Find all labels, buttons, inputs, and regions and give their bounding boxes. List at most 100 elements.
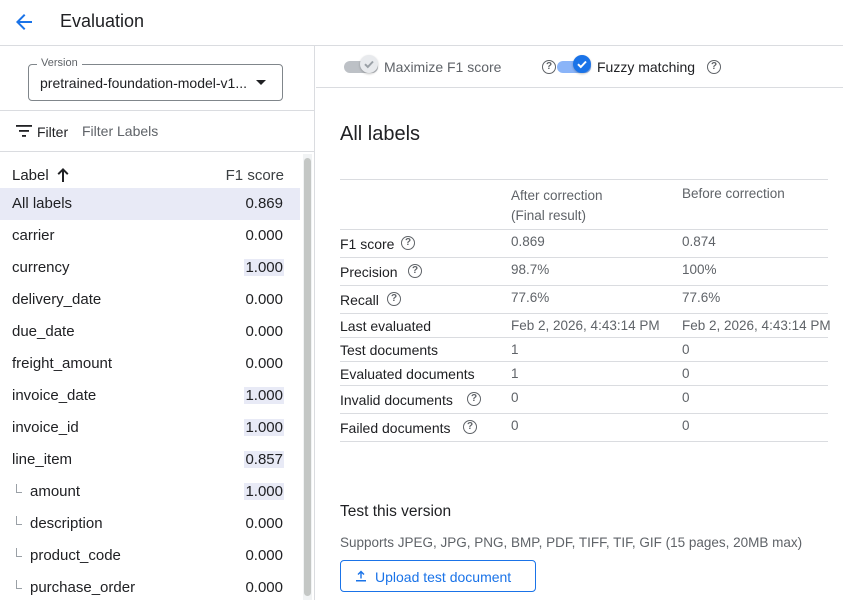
metric-after-value: Feb 2, 2026, 4:43:14 PM <box>511 318 660 333</box>
label-row-carrier[interactable]: carrier 0.000 <box>0 220 300 252</box>
label-row-currency[interactable]: currency 1.000 <box>0 252 300 284</box>
filter-label[interactable]: Filter <box>37 124 68 140</box>
label-row-delivery-date[interactable]: delivery_date 0.000 <box>0 284 300 316</box>
label-name: amount <box>30 483 81 500</box>
metric-row-precision: Precision ? 98.7% 100% <box>340 258 828 286</box>
f1-score-column-header: F1 score <box>225 167 284 184</box>
label-f1-score: 0.869 <box>245 195 283 212</box>
upload-icon <box>356 570 366 582</box>
label-list: Label F1 score All labels 0.869 carrier … <box>0 154 300 600</box>
metrics-table: After correction (Final result) Before c… <box>340 179 831 442</box>
upload-test-document-button[interactable]: Upload test document <box>340 560 536 592</box>
after-correction-header: After correction (Final result) <box>511 186 603 226</box>
filter-icon[interactable] <box>16 125 32 137</box>
arrow-upward-icon[interactable] <box>56 167 70 183</box>
label-row-due-date[interactable]: due_date 0.000 <box>0 316 300 348</box>
after-correction-title: After correction <box>511 188 603 203</box>
metric-label: Precision <box>340 264 398 280</box>
metric-row-test-documents: Test documents 1 0 <box>340 338 828 362</box>
label-name: delivery_date <box>12 291 102 308</box>
metric-label: Recall <box>340 292 379 308</box>
label-row-description[interactable]: description 0.000 <box>0 508 300 540</box>
help-icon[interactable]: ? <box>707 60 721 74</box>
check-icon <box>364 60 374 69</box>
label-name: currency <box>12 259 70 276</box>
filter-labels-input[interactable] <box>82 121 282 141</box>
main-content: All labels After correction (Final resul… <box>316 89 843 600</box>
help-icon[interactable]: ? <box>542 60 556 74</box>
left-panel: Version pretrained-foundation-model-v1..… <box>0 46 315 600</box>
label-row-invoice-id[interactable]: invoice_id 1.000 <box>0 412 300 444</box>
label-row-freight-amount[interactable]: freight_amount 0.000 <box>0 348 300 380</box>
scrollbar-thumb[interactable] <box>304 158 311 596</box>
metric-row-f1-score: F1 score ? 0.869 0.874 <box>340 230 828 258</box>
metric-before-value: 77.6% <box>682 290 721 305</box>
help-icon[interactable]: ? <box>401 236 415 250</box>
metric-before-value: Feb 2, 2026, 4:43:14 PM <box>682 318 831 333</box>
page-title: Evaluation <box>60 11 145 31</box>
label-column-header[interactable]: Label <box>12 167 49 184</box>
help-icon[interactable]: ? <box>467 392 481 406</box>
upload-button-label: Upload test document <box>375 569 512 585</box>
version-select-value: pretrained-foundation-model-v1... <box>40 75 248 91</box>
metric-label: Last evaluated <box>340 318 432 334</box>
metric-before-value: 0 <box>682 418 690 433</box>
label-f1-score: 0.000 <box>245 291 283 308</box>
metric-row-evaluated-documents: Evaluated documents 1 0 <box>340 362 828 386</box>
label-list-header: Label F1 score <box>0 154 300 188</box>
check-icon <box>577 60 587 69</box>
tree-branch-icon <box>16 580 22 589</box>
label-f1-score: 1.000 <box>244 419 284 436</box>
version-select[interactable]: Version pretrained-foundation-model-v1..… <box>28 57 283 101</box>
arrow-back-icon[interactable] <box>12 10 36 34</box>
tree-branch-icon <box>16 484 22 493</box>
label-f1-score: 0.000 <box>245 323 283 340</box>
metric-before-value: 0 <box>682 390 690 405</box>
label-f1-score: 0.000 <box>245 515 283 532</box>
options-bar: Maximize F1 score ? Fuzzy matching ? <box>316 46 843 88</box>
metrics-title: All labels <box>340 123 421 145</box>
metric-after-value: 98.7% <box>511 262 550 277</box>
metric-after-value: 1 <box>511 342 519 357</box>
label-row-amount[interactable]: amount 1.000 <box>0 476 300 508</box>
metric-label: F1 score <box>340 236 395 252</box>
label-row-invoice-date[interactable]: invoice_date 1.000 <box>0 380 300 412</box>
metric-row-recall: Recall ? 77.6% 77.6% <box>340 286 828 314</box>
label-name: freight_amount <box>12 355 113 372</box>
label-row-all-labels[interactable]: All labels 0.869 <box>0 188 300 220</box>
label-f1-score: 1.000 <box>244 483 284 500</box>
metric-row-failed-documents: Failed documents ? 0 0 <box>340 414 828 442</box>
dropdown-arrow-icon <box>256 80 266 85</box>
help-icon[interactable]: ? <box>408 264 422 278</box>
label-f1-score: 1.000 <box>244 259 284 276</box>
toggle-knob <box>573 55 591 73</box>
label-name: All labels <box>12 195 73 212</box>
metric-row-invalid-documents: Invalid documents ? 0 0 <box>340 386 828 414</box>
metric-after-value: 0 <box>511 390 519 405</box>
label-row-product-code[interactable]: product_code 0.000 <box>0 540 300 572</box>
help-icon[interactable]: ? <box>387 292 401 306</box>
metric-label: Evaluated documents <box>340 366 475 382</box>
toggle-knob <box>360 55 378 73</box>
label-f1-score: 1.000 <box>244 387 284 404</box>
label-f1-score: 0.857 <box>244 451 284 468</box>
metric-before-value: 100% <box>682 262 717 277</box>
label-list-scrollbar[interactable] <box>303 154 312 600</box>
label-row-line-item[interactable]: line_item 0.857 <box>0 444 300 476</box>
help-icon[interactable]: ? <box>463 420 477 434</box>
label-row-purchase-order[interactable]: purchase_order 0.000 <box>0 572 300 600</box>
metric-before-value: 0 <box>682 366 690 381</box>
label-name: invoice_id <box>12 419 79 436</box>
label-f1-score: 0.000 <box>245 547 283 564</box>
metric-after-value: 0 <box>511 418 519 433</box>
metric-row-last-evaluated: Last evaluated Feb 2, 2026, 4:43:14 PM F… <box>340 314 831 338</box>
metric-after-value: 1 <box>511 366 519 381</box>
after-correction-subtitle: (Final result) <box>511 208 587 223</box>
label-f1-score: 0.000 <box>245 579 283 596</box>
test-section-title: Test this version <box>340 503 452 520</box>
label-f1-score: 0.000 <box>245 355 283 372</box>
label-f1-score: 0.000 <box>245 227 283 244</box>
label-name: carrier <box>12 227 55 244</box>
metric-before-value: 0 <box>682 342 690 357</box>
maximize-f1-label: Maximize F1 score <box>384 59 502 75</box>
